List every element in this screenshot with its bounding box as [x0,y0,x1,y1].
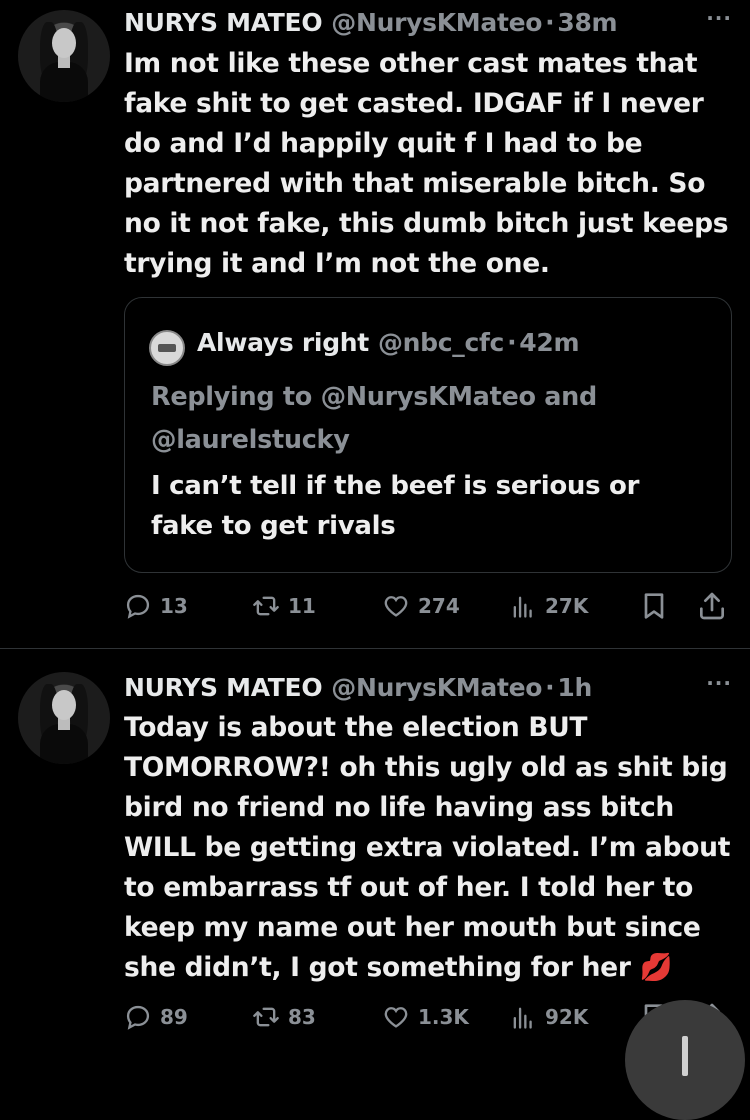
share-icon[interactable] [696,590,728,622]
quote-avatar [149,330,185,366]
timestamp[interactable]: 1h [557,673,592,702]
separator: · [545,672,555,702]
separator: · [507,328,517,357]
heart-icon [384,1007,408,1028]
bookmark-icon[interactable] [638,590,670,622]
views-count: 92K [545,1005,589,1029]
repost-icon [253,1007,279,1027]
more-options-icon[interactable]: ··· [706,671,732,695]
author-handle[interactable]: @NurysKMateo [331,673,542,702]
like-button[interactable]: 1.3K [382,997,469,1037]
repost-count: 83 [288,1005,316,1029]
views-button[interactable]: 92K [509,997,588,1037]
avatar[interactable] [18,672,110,764]
compose-button[interactable] [625,1000,745,1120]
timestamp[interactable]: 38m [557,8,617,37]
tweet-header: NURYS MATEO @NurysKMateo · 38m [124,4,618,40]
quote-author-name: Always right [197,328,369,357]
repost-icon [253,596,279,616]
reply-button[interactable]: 89 [124,997,188,1037]
tweet-text: Today is about the election BUT TOMORROW… [124,712,731,983]
reply-icon [126,594,150,619]
replying-to: Replying to @NurysKMateo and @laurelstuc… [151,376,711,462]
reply-count: 13 [160,594,188,618]
quote-text: I can’t tell if the beef is serious or f… [151,471,640,541]
repost-button[interactable]: 83 [252,997,316,1037]
separator: · [545,7,555,37]
like-count: 1.3K [418,1005,469,1029]
action-bar: 13 11 274 27K [124,586,734,626]
replying-to-user[interactable]: @laurelstucky [151,425,350,455]
compose-icon [682,1036,688,1076]
quote-author-handle: @nbc_cfc [377,328,505,357]
quote-timestamp: 42m [519,328,580,357]
quote-header: Always right @nbc_cfc · 42m [197,328,580,357]
replying-prefix: Replying to [151,382,312,412]
tweet[interactable]: NURYS MATEO @NurysKMateo · 38m ··· Im no… [0,0,750,648]
tweet-text: Im not like these other cast mates that … [124,48,729,279]
views-icon [513,596,532,618]
tweet[interactable]: NURYS MATEO @NurysKMateo · 1h ··· Today … [0,649,750,1056]
author-handle[interactable]: @NurysKMateo [331,8,542,37]
reply-icon [126,1005,150,1030]
replying-and: and [544,382,597,412]
quoted-tweet[interactable]: Always right @nbc_cfc · 42m Replying to … [124,297,732,573]
like-count: 274 [418,594,460,618]
like-button[interactable]: 274 [382,586,460,626]
views-icon [513,1007,532,1029]
author-name[interactable]: NURYS MATEO [124,8,323,37]
replying-to-user[interactable]: @NurysKMateo [321,382,536,412]
more-options-icon[interactable]: ··· [706,6,732,30]
heart-icon [384,596,408,617]
avatar[interactable] [18,10,110,102]
tweet-header: NURYS MATEO @NurysKMateo · 1h [124,669,592,705]
views-count: 27K [545,594,589,618]
repost-button[interactable]: 11 [252,586,316,626]
reply-count: 89 [160,1005,188,1029]
reply-button[interactable]: 13 [124,586,188,626]
repost-count: 11 [288,594,316,618]
views-button[interactable]: 27K [509,586,588,626]
author-name[interactable]: NURYS MATEO [124,673,323,702]
